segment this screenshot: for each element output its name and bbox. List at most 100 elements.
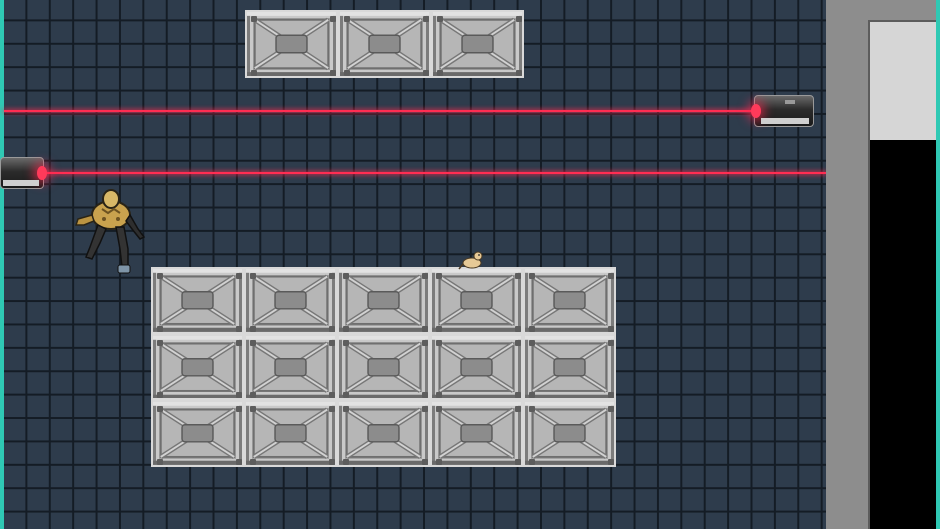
crate-bolt-icon <box>422 325 428 332</box>
metal-crate <box>430 333 523 400</box>
crate-bolt-icon <box>236 392 242 398</box>
metal-crate <box>151 400 244 467</box>
crate-bolt-icon <box>422 273 428 279</box>
crate-bolt-icon <box>422 339 428 346</box>
crate-bolt-icon <box>423 70 429 76</box>
crate-bolt-icon <box>516 70 522 76</box>
upper-laser-beam <box>4 110 756 112</box>
crate-bolt-icon <box>436 406 442 412</box>
metal-crate <box>337 333 430 400</box>
crate-bolt-icon <box>608 406 614 412</box>
crate-bolt-icon <box>157 325 163 332</box>
crate-bolt-icon <box>250 273 256 279</box>
crate-bolt-icon <box>343 392 349 398</box>
crate-bolt-icon <box>343 273 349 279</box>
crate-bolt-icon <box>157 458 163 465</box>
crate-bolt-icon <box>529 406 535 412</box>
crate-bolt-icon <box>437 70 443 76</box>
crate-bolt-icon <box>250 325 256 332</box>
crate-bolt-icon <box>250 339 256 346</box>
crate-bolt-icon <box>422 458 428 465</box>
crate-bolt-icon <box>343 339 349 346</box>
crate-bolt-icon <box>343 458 349 465</box>
window-light-panel <box>870 22 936 140</box>
metal-crate <box>523 333 616 400</box>
metal-crate <box>430 400 523 467</box>
game-viewport[interactable] <box>0 0 940 529</box>
metal-crate <box>244 267 337 334</box>
crate-bolt-icon <box>344 16 350 22</box>
left-frame-edge <box>0 0 4 529</box>
crate-bolt-icon <box>236 406 242 412</box>
crate-bolt-icon <box>251 70 257 76</box>
crate-bolt-icon <box>515 325 521 332</box>
crate-bolt-icon <box>157 392 163 398</box>
crate-bolt-icon <box>516 16 522 22</box>
right-frame-edge <box>936 0 940 529</box>
crate-bolt-icon <box>423 16 429 22</box>
metal-crate <box>244 400 337 467</box>
side-wall <box>826 0 936 529</box>
crate-bolt-icon <box>329 392 335 398</box>
crate-bolt-icon <box>250 392 256 398</box>
metal-crate <box>338 10 431 78</box>
metal-crate <box>337 267 430 334</box>
crate-bolt-icon <box>608 392 614 398</box>
metal-crate <box>430 267 523 334</box>
crate-bolt-icon <box>250 406 256 412</box>
crate-bolt-icon <box>251 16 257 22</box>
crate-bolt-icon <box>250 458 256 465</box>
crate-bolt-icon <box>422 406 428 412</box>
crate-bolt-icon <box>608 458 614 465</box>
crate-bolt-icon <box>608 325 614 332</box>
crate-bolt-icon <box>157 273 163 279</box>
metal-crate <box>523 267 616 334</box>
crate-bolt-icon <box>329 273 335 279</box>
crate-bolt-icon <box>436 273 442 279</box>
crate-bolt-icon <box>515 339 521 346</box>
crate-bolt-icon <box>329 325 335 332</box>
crate-bolt-icon <box>329 458 335 465</box>
crate-bolt-icon <box>436 339 442 346</box>
crate-bolt-icon <box>529 458 535 465</box>
crate-bolt-icon <box>515 406 521 412</box>
crate-bolt-icon <box>329 339 335 346</box>
crate-bolt-icon <box>236 458 242 465</box>
crate-bolt-icon <box>157 406 163 412</box>
crate-bolt-icon <box>529 339 535 346</box>
metal-crate <box>244 333 337 400</box>
metal-crate <box>245 10 338 78</box>
metal-crate <box>337 400 430 467</box>
metal-crate <box>523 400 616 467</box>
crate-bolt-icon <box>608 339 614 346</box>
crate-bolt-icon <box>436 392 442 398</box>
crate-bolt-icon <box>343 325 349 332</box>
emitter-body-icon <box>3 180 39 186</box>
crate-bolt-icon <box>436 325 442 332</box>
upper-laser-emitter <box>751 95 814 127</box>
armored-humanoid-icon[interactable] <box>74 185 148 277</box>
crate-bolt-icon <box>236 273 242 279</box>
crate-bolt-icon <box>515 392 521 398</box>
crate-bolt-icon <box>422 392 428 398</box>
crate-bolt-icon <box>436 458 442 465</box>
crate-bolt-icon <box>236 325 242 332</box>
crate-bolt-icon <box>236 339 242 346</box>
lower-laser-beam <box>40 172 826 174</box>
rat-icon[interactable] <box>458 247 486 271</box>
crate-bolt-icon <box>529 325 535 332</box>
crate-bolt-icon <box>330 70 336 76</box>
crate-bolt-icon <box>329 406 335 412</box>
crate-bolt-icon <box>515 273 521 279</box>
crate-bolt-icon <box>515 458 521 465</box>
lower-laser-emitter <box>0 157 47 189</box>
metal-crate <box>431 10 524 78</box>
crate-bolt-icon <box>330 16 336 22</box>
crate-bolt-icon <box>437 16 443 22</box>
crate-bolt-icon <box>608 273 614 279</box>
emitter-body-icon <box>761 100 809 124</box>
metal-crate <box>151 333 244 400</box>
crate-bolt-icon <box>343 406 349 412</box>
crate-bolt-icon <box>157 339 163 346</box>
crate-bolt-icon <box>529 392 535 398</box>
